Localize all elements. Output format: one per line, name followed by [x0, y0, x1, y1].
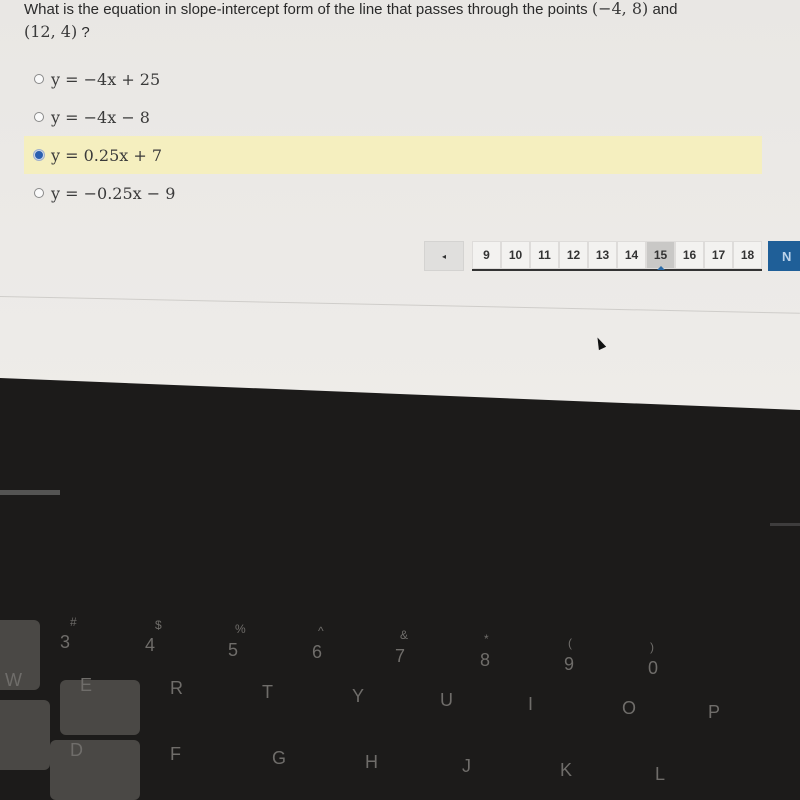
radio-selected-icon[interactable] — [34, 150, 44, 160]
key-label: 4 — [145, 635, 156, 655]
key-label: O — [622, 698, 637, 718]
page-button-current[interactable]: 15 — [646, 241, 675, 270]
option-label: y = 0.25x + 7 — [51, 145, 163, 165]
option-label: y = −0.25x − 9 — [51, 183, 176, 203]
question-and: and — [652, 1, 678, 18]
option-label: y = −4x + 25 — [51, 69, 161, 89]
key-label: 8 — [480, 650, 491, 670]
page-button[interactable]: 13 — [588, 241, 617, 269]
key-label: 5 — [228, 640, 239, 660]
previous-button[interactable]: ◂ — [424, 241, 464, 271]
radio-icon[interactable] — [34, 74, 44, 84]
bezel-sticker — [0, 490, 60, 495]
question-pagination: ◂ 9 10 11 12 13 14 15 16 17 18 N — [424, 241, 800, 271]
key-label: Y — [352, 686, 365, 706]
page-button[interactable]: 16 — [675, 241, 704, 269]
chevron-left-icon: ◂ — [441, 251, 446, 261]
key-label: * — [484, 632, 489, 646]
page-button[interactable]: 11 — [530, 241, 559, 269]
key-label: % — [235, 622, 246, 636]
key-label: ) — [650, 640, 654, 654]
radio-icon[interactable] — [34, 188, 44, 198]
key-label: & — [400, 628, 409, 642]
key-label: G — [272, 748, 287, 768]
answer-option-2[interactable]: y = −4x − 8 — [0, 98, 800, 136]
key-label: F — [170, 744, 181, 764]
laptop-keyboard: # 3 $ 4 % 5 ^ 6 & 7 * 8 ( 9 ) 0 W E R T … — [0, 560, 800, 800]
page-button[interactable]: 18 — [733, 241, 762, 269]
key-label: T — [262, 682, 273, 702]
key-label: H — [365, 752, 378, 772]
key-label: 3 — [60, 632, 71, 652]
key-label: L — [655, 764, 666, 784]
next-button[interactable]: N — [768, 241, 800, 271]
key-label: 9 — [564, 654, 575, 674]
page-list: 9 10 11 12 13 14 15 16 17 18 — [472, 241, 762, 271]
question-prefix: What is the equation in slope-intercept … — [24, 1, 588, 18]
laptop-screen: What is the equation in slope-intercept … — [0, 0, 800, 410]
radio-icon[interactable] — [34, 112, 44, 122]
key-label: W — [5, 670, 22, 690]
answer-option-4[interactable]: y = −0.25x − 9 — [0, 174, 800, 212]
answer-option-3[interactable]: y = 0.25x + 7 — [24, 136, 762, 174]
keycap — [60, 680, 140, 735]
key-label: R — [170, 678, 183, 698]
point-1: (−4, 8) — [591, 0, 649, 18]
question-mark: ? — [81, 24, 90, 41]
key-label: 6 — [312, 642, 323, 662]
page-button[interactable]: 9 — [472, 241, 501, 269]
key-label: 7 — [395, 646, 406, 666]
page-button[interactable]: 12 — [559, 241, 588, 269]
key-label: E — [80, 675, 93, 695]
page-button[interactable]: 14 — [617, 241, 646, 269]
key-label: K — [560, 760, 573, 780]
page-button[interactable]: 10 — [501, 241, 530, 269]
key-label: # — [70, 615, 77, 629]
key-label: 0 — [648, 658, 659, 678]
option-label: y = −4x − 8 — [51, 107, 150, 127]
page-button[interactable]: 17 — [704, 241, 733, 269]
answer-option-1[interactable]: y = −4x + 25 — [0, 60, 800, 98]
key-label: ^ — [318, 624, 324, 638]
question-text: What is the equation in slope-intercept … — [24, 0, 764, 44]
point-2: (12, 4) — [24, 22, 78, 41]
keycap — [0, 700, 50, 770]
key-label: ( — [568, 636, 572, 650]
key-label: J — [462, 756, 471, 776]
keycap — [50, 740, 140, 800]
key-label: U — [440, 690, 453, 710]
key-label: $ — [155, 618, 162, 632]
divider — [0, 296, 800, 314]
key-label: D — [70, 740, 83, 760]
bezel-mark — [770, 523, 800, 526]
answer-options: y = −4x + 25 y = −4x − 8 y = 0.25x + 7 y… — [0, 60, 800, 212]
mouse-cursor-icon — [593, 335, 607, 351]
key-label: P — [708, 702, 721, 722]
key-label: I — [528, 694, 534, 714]
